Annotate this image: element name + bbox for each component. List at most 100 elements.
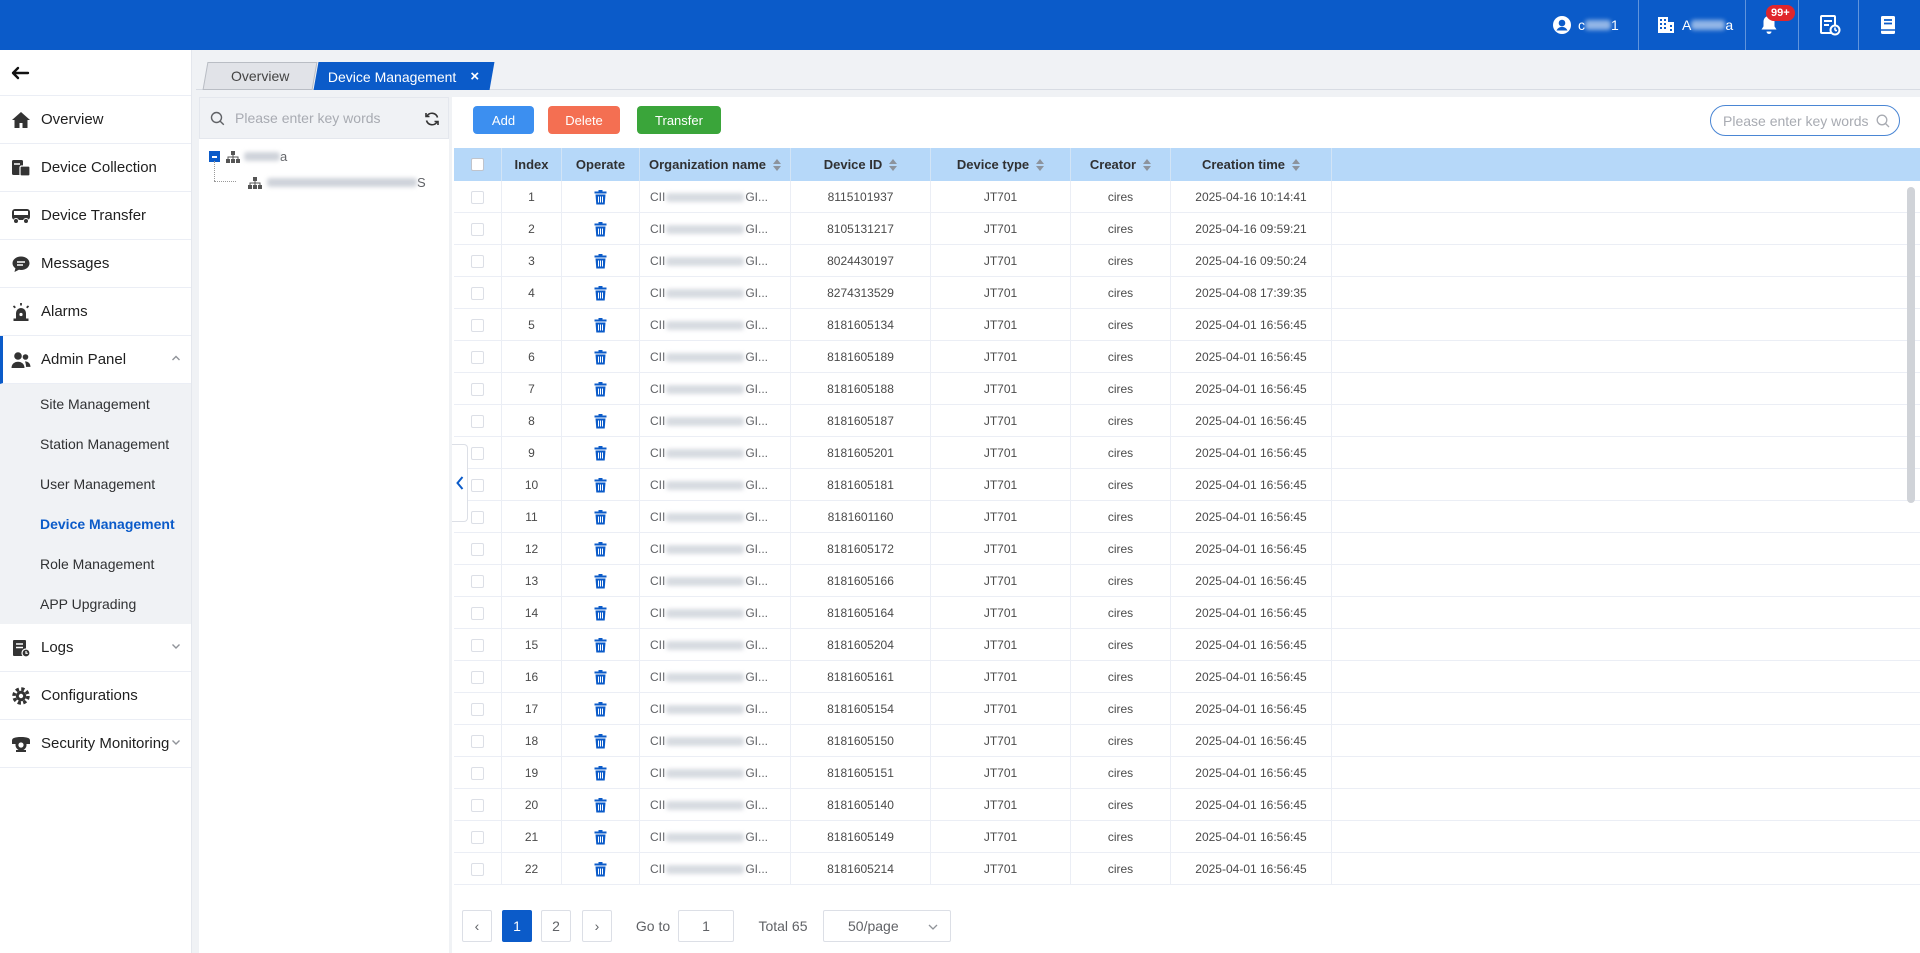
- submenu-item-station-management[interactable]: Station Management: [0, 424, 191, 464]
- page-2-button[interactable]: 2: [541, 910, 571, 942]
- row-checkbox[interactable]: [471, 318, 484, 332]
- table-row[interactable]: 2 CII GI... 8105131217 JT701 cires 2025-04-16 …: [454, 213, 1920, 245]
- submenu-item-app-upgrading[interactable]: APP Upgrading: [0, 584, 191, 624]
- row-checkbox[interactable]: [471, 478, 484, 492]
- table-row[interactable]: 3 CII GI... 8024430197 JT701 cires 2025-04-16 …: [454, 245, 1920, 277]
- row-checkbox[interactable]: [471, 286, 484, 300]
- row-checkbox[interactable]: [471, 414, 484, 428]
- trash-icon[interactable]: [594, 349, 607, 365]
- table-row[interactable]: 10 CII GI... 8181605181 JT701 cires 2025-04-01…: [454, 469, 1920, 501]
- table-row[interactable]: 21 CII GI... 8181605149 JT701 cires 2025-04-01…: [454, 821, 1920, 853]
- trash-icon[interactable]: [594, 445, 607, 461]
- tree-search-input[interactable]: Please enter key words: [199, 97, 449, 139]
- row-checkbox[interactable]: [471, 382, 484, 396]
- trash-icon[interactable]: [594, 189, 607, 205]
- row-checkbox[interactable]: [471, 702, 484, 716]
- table-row[interactable]: 9 CII GI... 8181605201 JT701 cires 2025-04-01 …: [454, 437, 1920, 469]
- page-size-select[interactable]: 50/page: [823, 910, 951, 942]
- goto-page-input[interactable]: 1: [678, 910, 734, 942]
- row-checkbox[interactable]: [471, 254, 484, 268]
- table-row[interactable]: 1 CII GI... 8115101937 JT701 cires 2025-04-16 …: [454, 181, 1920, 213]
- table-row[interactable]: 6 CII GI... 8181605189 JT701 cires 2025-04-01 …: [454, 341, 1920, 373]
- sort-icon[interactable]: [1036, 158, 1045, 171]
- trash-icon[interactable]: [594, 285, 607, 301]
- trash-icon[interactable]: [594, 861, 607, 877]
- table-row[interactable]: 17 CII GI... 8181605154 JT701 cires 2025-04-01…: [454, 693, 1920, 725]
- sidebar-item-configurations[interactable]: Configurations: [0, 672, 191, 720]
- collapse-tree-button[interactable]: [452, 444, 468, 522]
- collapse-sidebar-button[interactable]: [0, 50, 191, 96]
- row-checkbox[interactable]: [471, 190, 484, 204]
- sort-icon[interactable]: [773, 158, 782, 171]
- submenu-item-site-management[interactable]: Site Management: [0, 384, 191, 424]
- trash-icon[interactable]: [594, 669, 607, 685]
- column-header-organization-name[interactable]: Organization name: [640, 148, 791, 181]
- table-row[interactable]: 11 CII GI... 8181601160 JT701 cires 2025-04-01…: [454, 501, 1920, 533]
- page-1-button[interactable]: 1: [502, 910, 532, 942]
- row-checkbox[interactable]: [471, 574, 484, 588]
- table-row[interactable]: 13 CII GI... 8181605166 JT701 cires 2025-04-01…: [454, 565, 1920, 597]
- trash-icon[interactable]: [594, 701, 607, 717]
- table-row[interactable]: 19 CII GI... 8181605151 JT701 cires 2025-04-01…: [454, 757, 1920, 789]
- row-checkbox[interactable]: [471, 350, 484, 364]
- user-menu[interactable]: c 1: [1552, 0, 1619, 50]
- trash-icon[interactable]: [594, 573, 607, 589]
- trash-icon[interactable]: [594, 477, 607, 493]
- table-scrollbar[interactable]: [1907, 187, 1915, 503]
- trash-icon[interactable]: [594, 381, 607, 397]
- trash-icon[interactable]: [594, 765, 607, 781]
- submenu-item-device-management[interactable]: Device Management: [0, 504, 191, 544]
- close-icon[interactable]: ×: [471, 68, 480, 85]
- trash-icon[interactable]: [594, 413, 607, 429]
- trash-icon[interactable]: [594, 733, 607, 749]
- transfer-button[interactable]: Transfer: [637, 106, 721, 134]
- submenu-item-user-management[interactable]: User Management: [0, 464, 191, 504]
- report-button[interactable]: [1819, 0, 1841, 50]
- trash-icon[interactable]: [594, 637, 607, 653]
- row-checkbox[interactable]: [471, 766, 484, 780]
- column-header-device-id[interactable]: Device ID: [791, 148, 931, 181]
- tree-node-child[interactable]: S: [248, 175, 426, 190]
- select-all-checkbox[interactable]: [471, 158, 484, 171]
- row-checkbox[interactable]: [471, 542, 484, 556]
- tab-device-management[interactable]: Device Management ×: [313, 62, 495, 90]
- refresh-icon[interactable]: [424, 111, 440, 127]
- organization-menu[interactable]: A a: [1656, 0, 1733, 50]
- row-checkbox[interactable]: [471, 798, 484, 812]
- prev-page-button[interactable]: ‹: [462, 910, 492, 942]
- table-row[interactable]: 15 CII GI... 8181605204 JT701 cires 2025-04-01…: [454, 629, 1920, 661]
- sidebar-item-security-monitoring[interactable]: Security Monitoring: [0, 720, 191, 768]
- row-checkbox[interactable]: [471, 222, 484, 236]
- table-row[interactable]: 7 CII GI... 8181605188 JT701 cires 2025-04-01 …: [454, 373, 1920, 405]
- row-checkbox[interactable]: [471, 670, 484, 684]
- sidebar-item-overview[interactable]: Overview: [0, 96, 191, 144]
- row-checkbox[interactable]: [471, 606, 484, 620]
- trash-icon[interactable]: [594, 797, 607, 813]
- sort-icon[interactable]: [889, 158, 898, 171]
- row-checkbox[interactable]: [471, 510, 484, 524]
- row-checkbox[interactable]: [471, 830, 484, 844]
- table-row[interactable]: 22 CII GI... 8181605214 JT701 cires 2025-04-01…: [454, 853, 1920, 885]
- next-page-button[interactable]: ›: [582, 910, 612, 942]
- table-row[interactable]: 12 CII GI... 8181605172 JT701 cires 2025-04-01…: [454, 533, 1920, 565]
- tab-overview[interactable]: Overview: [202, 62, 318, 90]
- manual-button[interactable]: [1878, 0, 1898, 50]
- sort-icon[interactable]: [1143, 158, 1152, 171]
- sidebar-item-admin-panel[interactable]: Admin Panel: [0, 336, 191, 384]
- sidebar-item-device-transfer[interactable]: Device Transfer: [0, 192, 191, 240]
- row-checkbox[interactable]: [471, 638, 484, 652]
- table-row[interactable]: 20 CII GI... 8181605140 JT701 cires 2025-04-01…: [454, 789, 1920, 821]
- tree-node-root[interactable]: a: [209, 149, 287, 164]
- trash-icon[interactable]: [594, 605, 607, 621]
- sidebar-item-device-collection[interactable]: Device Collection: [0, 144, 191, 192]
- table-row[interactable]: 16 CII GI... 8181605161 JT701 cires 2025-04-01…: [454, 661, 1920, 693]
- table-row[interactable]: 8 CII GI... 8181605187 JT701 cires 2025-04-01 …: [454, 405, 1920, 437]
- trash-icon[interactable]: [594, 541, 607, 557]
- column-header-creator[interactable]: Creator: [1071, 148, 1171, 181]
- trash-icon[interactable]: [594, 829, 607, 845]
- sort-icon[interactable]: [1292, 158, 1301, 171]
- delete-button[interactable]: Delete: [548, 106, 620, 134]
- column-header-creation-time[interactable]: Creation time: [1171, 148, 1332, 181]
- sidebar-item-messages[interactable]: Messages: [0, 240, 191, 288]
- table-row[interactable]: 5 CII GI... 8181605134 JT701 cires 2025-04-01 …: [454, 309, 1920, 341]
